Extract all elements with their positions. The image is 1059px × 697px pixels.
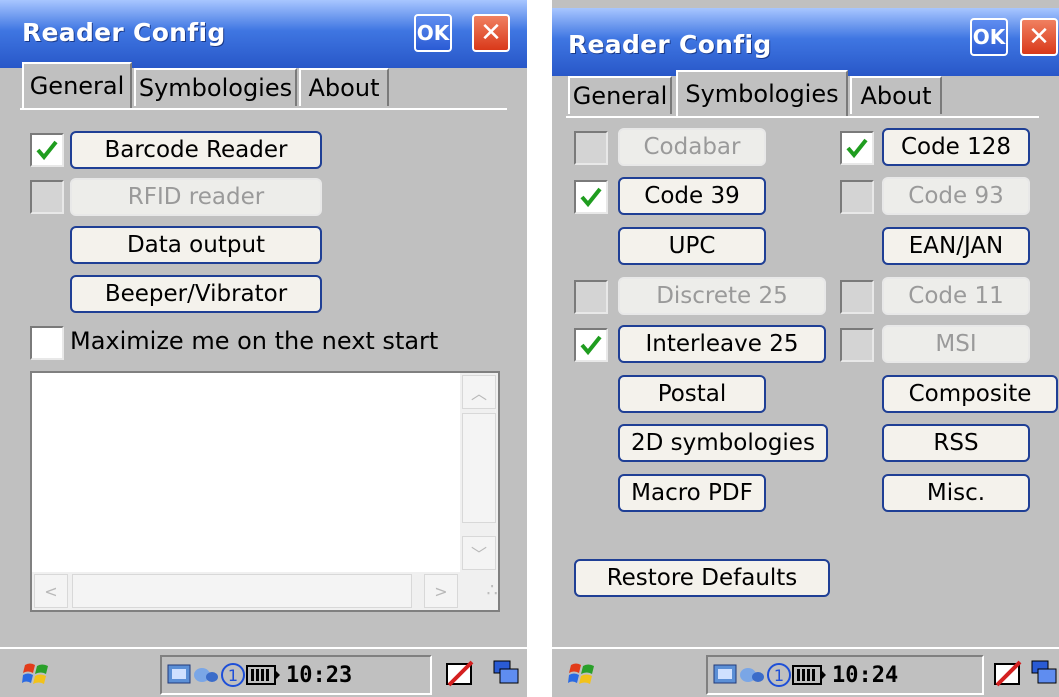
right-window: Reader Config OK ✕ General Symbologies A… (552, 0, 1059, 697)
interleave-25-button[interactable]: Interleave 25 (618, 325, 826, 363)
tab-general[interactable]: General (568, 76, 672, 114)
msi-button[interactable]: MSI (882, 325, 1030, 363)
misc-button[interactable]: Misc. (882, 474, 1030, 512)
connection-icon[interactable] (738, 663, 766, 687)
svg-text:1: 1 (774, 666, 784, 685)
clock[interactable]: 10:24 (832, 663, 898, 688)
tab-about[interactable]: About (850, 76, 942, 114)
battery-icon[interactable] (246, 663, 282, 687)
barcode-reader-button[interactable]: Barcode Reader (70, 131, 322, 169)
clock[interactable]: 10:23 (286, 663, 352, 688)
tab-baseline (20, 108, 507, 110)
codabar-button[interactable]: Codabar (618, 128, 766, 166)
upc-button[interactable]: UPC (618, 227, 766, 265)
msi-checkbox[interactable] (840, 328, 874, 362)
network-icon[interactable] (166, 663, 192, 687)
ean-jan-button[interactable]: EAN/JAN (882, 227, 1030, 265)
horizontal-scrollbar[interactable]: < > (32, 572, 460, 610)
system-tray: 1 10:23 (160, 655, 432, 695)
channel-one-icon[interactable]: 1 (220, 662, 246, 688)
window-title: Reader Config (22, 18, 226, 47)
battery-icon[interactable] (792, 663, 828, 687)
checkmark-icon (580, 187, 602, 208)
tab-symbologies[interactable]: Symbologies (134, 68, 297, 106)
svg-text:1: 1 (228, 666, 238, 685)
title-bar: Reader Config OK ✕ (0, 0, 527, 68)
scroll-left-icon[interactable]: < (34, 574, 68, 608)
composite-button[interactable]: Composite (882, 375, 1058, 413)
scroll-right-icon[interactable]: > (424, 574, 458, 608)
rfid-reader-button[interactable]: RFID reader (70, 178, 322, 216)
vertical-scroll-thumb[interactable] (462, 413, 496, 523)
beeper-vibrator-button[interactable]: Beeper/Vibrator (70, 275, 322, 313)
checkmark-icon (36, 140, 58, 161)
system-tray: 1 10:24 (706, 655, 984, 695)
barcode-reader-checkbox[interactable] (30, 133, 64, 167)
discrete-25-button[interactable]: Discrete 25 (618, 277, 826, 315)
code-11-checkbox[interactable] (840, 280, 874, 314)
rfid-reader-checkbox[interactable] (30, 180, 64, 214)
code-93-checkbox[interactable] (840, 180, 874, 214)
tab-about[interactable]: About (299, 68, 389, 106)
code-128-checkbox[interactable] (840, 131, 874, 165)
task-switch-icon[interactable] (1030, 659, 1059, 689)
task-switch-icon[interactable] (492, 659, 522, 689)
2d-symbologies-button[interactable]: 2D symbologies (618, 424, 828, 462)
checkmark-icon (580, 335, 602, 356)
horizontal-scroll-thumb[interactable] (72, 574, 412, 608)
code-39-checkbox[interactable] (574, 180, 608, 214)
sip-keyboard-icon[interactable] (444, 659, 476, 689)
rss-button[interactable]: RSS (882, 424, 1030, 462)
scroll-up-icon[interactable]: ︿ (462, 375, 496, 409)
interleave-25-checkbox[interactable] (574, 328, 608, 362)
start-windows-icon[interactable] (568, 659, 598, 689)
left-window: Reader Config OK ✕ General Symbologies A… (0, 0, 527, 697)
postal-button[interactable]: Postal (618, 375, 766, 413)
code-11-button[interactable]: Code 11 (882, 277, 1030, 315)
connection-icon[interactable] (192, 663, 220, 687)
close-icon[interactable]: ✕ (1020, 18, 1058, 56)
resize-grip-icon[interactable]: ∴ (460, 572, 498, 610)
taskbar: 1 10:23 (0, 647, 527, 697)
sip-keyboard-icon[interactable] (992, 659, 1024, 689)
maximize-label: Maximize me on the next start (70, 327, 439, 355)
discrete-25-checkbox[interactable] (574, 280, 608, 314)
tab-label: Symbologies (138, 74, 293, 102)
code-93-button[interactable]: Code 93 (882, 177, 1030, 215)
checkmark-icon (846, 138, 868, 159)
close-icon[interactable]: ✕ (472, 14, 510, 52)
tab-baseline (566, 116, 1039, 118)
data-output-button[interactable]: Data output (70, 226, 322, 264)
tab-general[interactable]: General (22, 62, 132, 108)
tab-symbologies[interactable]: Symbologies (676, 70, 848, 116)
code-39-button[interactable]: Code 39 (618, 177, 766, 215)
tab-label: Symbologies (685, 80, 839, 108)
taskbar: 1 10:24 (552, 647, 1059, 697)
tab-label: About (308, 74, 380, 102)
start-windows-icon[interactable] (22, 659, 52, 689)
macro-pdf-button[interactable]: Macro PDF (618, 474, 766, 512)
tab-label: General (572, 82, 668, 110)
ok-button[interactable]: OK (414, 14, 452, 52)
log-textbox[interactable]: ︿ ﹀ < > ∴ (30, 371, 500, 612)
window-title: Reader Config (568, 30, 772, 59)
tab-label: General (29, 72, 125, 100)
vertical-scrollbar[interactable]: ︿ ﹀ (460, 373, 498, 572)
code-128-button[interactable]: Code 128 (882, 128, 1030, 166)
maximize-checkbox[interactable] (30, 326, 64, 360)
codabar-checkbox[interactable] (574, 131, 608, 165)
channel-one-icon[interactable]: 1 (766, 662, 792, 688)
scroll-down-icon[interactable]: ﹀ (462, 536, 496, 570)
ok-button[interactable]: OK (970, 18, 1008, 56)
tab-label: About (860, 82, 932, 110)
network-icon[interactable] (712, 663, 738, 687)
title-bar: Reader Config OK ✕ (552, 8, 1059, 76)
restore-defaults-button[interactable]: Restore Defaults (574, 559, 830, 597)
